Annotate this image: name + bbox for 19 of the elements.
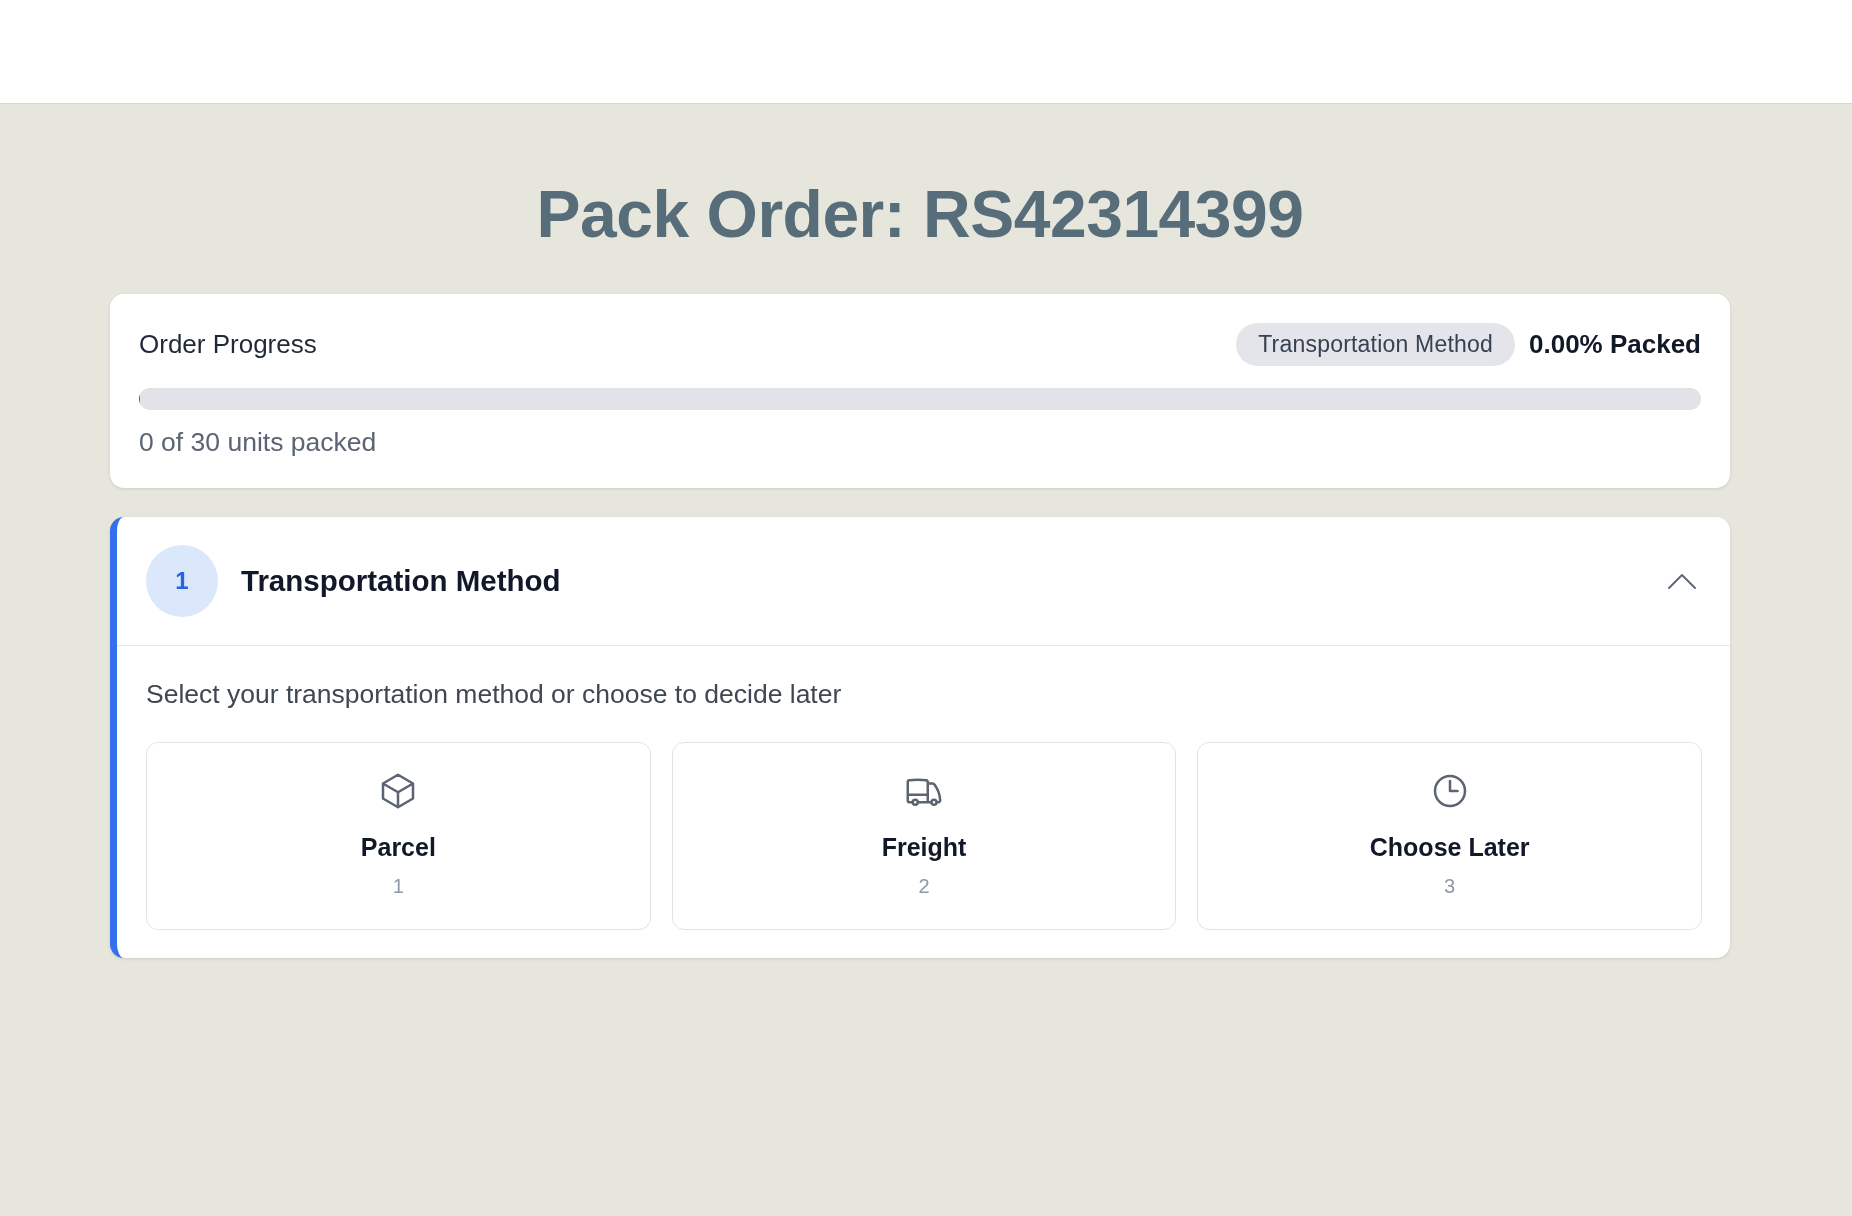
option-label: Freight: [881, 832, 967, 863]
step-description: Select your transportation method or choose to decide later: [146, 678, 843, 710]
option-label: Parcel: [360, 832, 436, 863]
page-title: Pack Order: RS42314399: [536, 176, 1304, 252]
chevron-up-icon[interactable]: [1668, 573, 1696, 589]
option-number: 3: [1444, 874, 1456, 899]
option-label: Choose Later: [1369, 832, 1530, 863]
step-title: Transportation Method: [241, 562, 561, 599]
step-header[interactable]: 1 Transportation Method: [117, 517, 1730, 646]
option-number: 1: [392, 874, 404, 899]
option-number: 2: [918, 874, 930, 899]
step-number: 1: [146, 545, 218, 617]
transport-option[interactable]: Parcel 1: [146, 742, 651, 930]
transport-option[interactable]: Choose Later 3: [1197, 742, 1702, 930]
transport-option[interactable]: Freight 2: [671, 742, 1177, 930]
packed-percent: 0.00% Packed: [1529, 328, 1701, 361]
units-packed-text: 0 of 30 units packed: [139, 426, 378, 458]
step-badge: Transportation Method: [1236, 323, 1515, 366]
progress-label: Order Progress: [139, 328, 317, 361]
